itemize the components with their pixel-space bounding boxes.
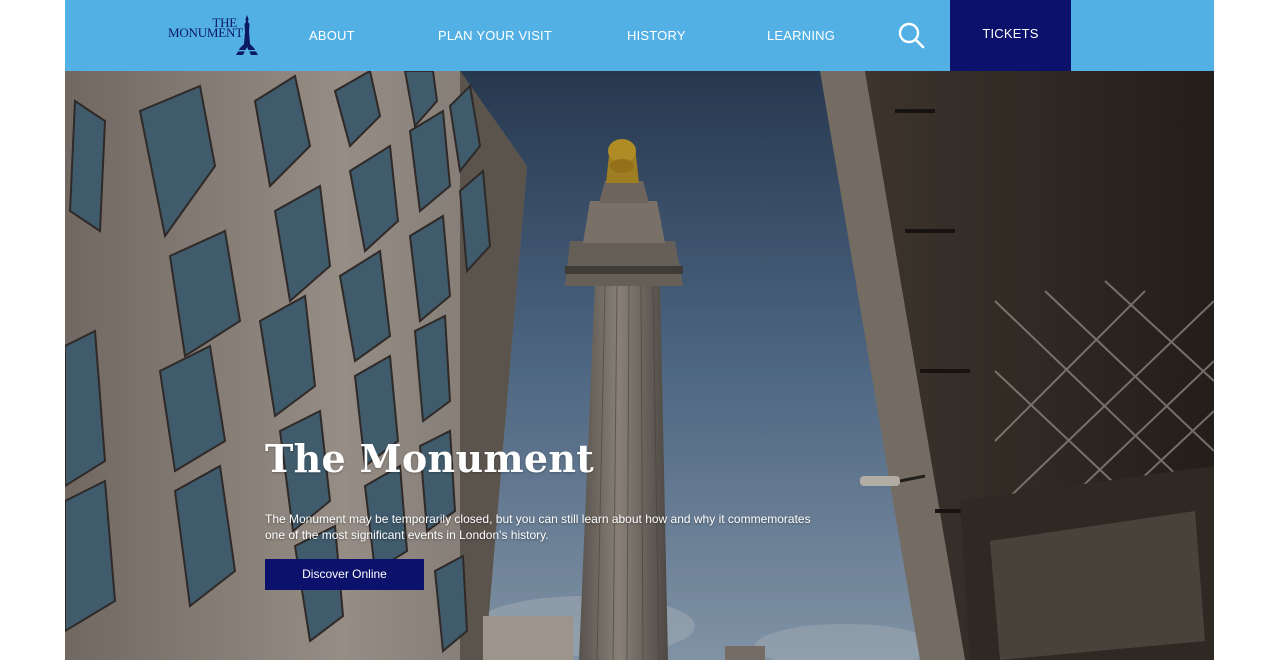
hero-overlay [65,71,1214,660]
hero-section: The Monument The Monument may be tempora… [65,71,1214,660]
site-logo[interactable]: THE MONUMENT [168,14,260,56]
hero-title: The Monument [265,436,595,482]
discover-online-button[interactable]: Discover Online [265,559,424,590]
nav-about[interactable]: ABOUT [309,28,355,43]
search-icon [898,22,925,49]
hero-description: The Monument may be temporarily closed, … [265,512,811,542]
tickets-button[interactable]: TICKETS [950,0,1071,71]
site-header: THE MONUMENT ABOUT PLAN YOUR VISIT HISTO… [65,0,1214,71]
monument-logo-icon [236,15,258,55]
nav-history[interactable]: HISTORY [627,28,686,43]
search-button[interactable] [897,21,927,51]
page: THE MONUMENT ABOUT PLAN YOUR VISIT HISTO… [65,0,1214,660]
logo-line-2: MONUMENT [168,25,243,40]
nav-plan-your-visit[interactable]: PLAN YOUR VISIT [438,28,552,43]
nav-learning[interactable]: LEARNING [767,28,835,43]
